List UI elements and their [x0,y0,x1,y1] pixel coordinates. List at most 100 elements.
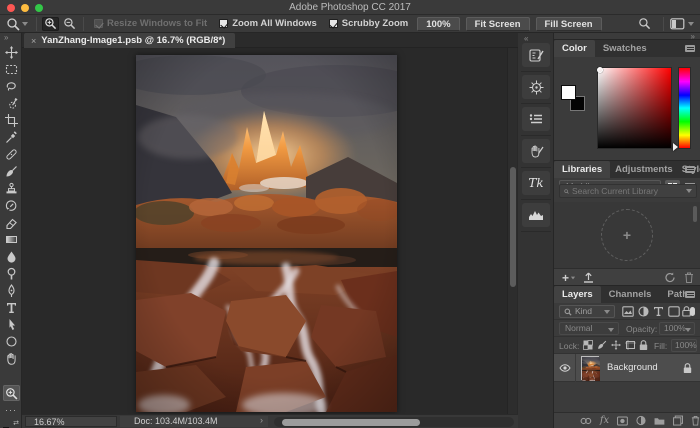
dodge-tool[interactable] [3,265,20,281]
pen-tool[interactable] [3,282,20,298]
filter-shape-layers-icon[interactable] [668,306,680,317]
library-drop-target[interactable]: + [601,209,653,261]
link-layers-icon[interactable] [580,417,592,425]
add-content-button[interactable]: + [562,273,569,283]
crop-tool[interactable] [3,112,20,128]
gradient-tool[interactable] [3,231,20,247]
horizontal-scrollbar[interactable] [274,417,514,427]
delete-layer-icon[interactable] [691,415,700,426]
panel-menu-icon[interactable] [685,45,695,52]
horizontal-scrollbar-thumb[interactable] [282,419,420,426]
upload-library-icon[interactable] [583,272,594,283]
clone-stamp-tool[interactable] [3,180,20,196]
search-icon[interactable] [638,17,651,30]
resize-windows-checkbox[interactable]: Resize Windows to Fit [94,18,207,29]
layer-thumbnail[interactable] [581,356,599,380]
brush-tool[interactable] [3,163,20,179]
zoom-tool[interactable] [3,385,20,401]
status-options-chevron[interactable]: › [260,415,263,425]
ellipse-shape-tool[interactable] [3,333,20,349]
vertical-scrollbar-thumb[interactable] [510,167,516,287]
move-tool[interactable] [3,44,20,60]
hue-slider-marker[interactable] [673,143,678,151]
lock-pixels-icon[interactable] [597,340,607,350]
lasso-tool[interactable] [3,78,20,94]
panel-menu-icon[interactable] [685,291,695,298]
fill-field[interactable]: 100% [671,339,697,352]
add-layer-mask-icon[interactable] [617,416,628,426]
filter-toggle-switch[interactable] [690,307,695,316]
zoom-100-button[interactable]: 100% [417,17,459,31]
library-content-area[interactable]: + [554,202,700,268]
zoom-level-field[interactable]: 16.67% [25,416,117,427]
delete-library-item-icon[interactable] [684,272,694,283]
document-tab[interactable]: × YanZhang-Image1.psb @ 16.7% (RGB/8*) [24,33,235,48]
document-image[interactable] [136,55,397,412]
saturation-brightness-field[interactable] [597,67,672,149]
zoom-in-button[interactable] [42,17,59,31]
quick-selection-tool[interactable] [3,95,20,111]
brush-settings-panel-button[interactable] [522,43,550,67]
opacity-field[interactable]: 100% [659,322,695,335]
tab-swatches[interactable]: Swatches [595,40,655,57]
character-panel-button[interactable] [522,107,550,131]
panels-collapse-chevrons[interactable]: » [691,32,695,41]
filter-adjustment-layers-icon[interactable] [638,306,649,317]
tab-libraries[interactable]: Libraries [554,161,610,178]
tool-preset-dropdown[interactable] [0,17,32,31]
blend-mode-dropdown[interactable]: Normal [559,322,619,335]
layer-name[interactable]: Background [607,354,658,382]
lock-all-icon[interactable] [639,340,648,351]
hand-tool[interactable] [3,350,20,366]
color-foreground-swatch[interactable] [561,85,576,100]
hue-ramp[interactable] [678,67,691,149]
scrubby-zoom-checkbox[interactable]: Scrubby Zoom [329,18,409,29]
canvas-area[interactable] [22,48,518,414]
zoom-out-button[interactable] [61,17,78,31]
new-adjustment-layer-icon[interactable] [636,415,646,426]
layer-row-background[interactable]: Background [554,354,700,382]
lock-artboard-icon[interactable] [625,340,636,350]
tab-close-icon[interactable]: × [31,36,36,46]
layers-empty-area[interactable] [554,382,700,410]
new-layer-icon[interactable] [673,415,683,426]
wheel-panel-button[interactable] [522,75,550,99]
zoom-all-windows-checkbox[interactable]: Zoom All Windows [219,18,317,29]
blur-tool[interactable] [3,248,20,264]
panel-menu-icon[interactable] [685,166,695,173]
tk-panel-button[interactable]: Tk [522,171,550,195]
rectangular-marquee-tool[interactable] [3,61,20,77]
vertical-scrollbar[interactable] [507,48,517,414]
lock-transparency-icon[interactable] [583,340,593,350]
type-tool[interactable] [3,299,20,315]
layer-visibility-eye-icon[interactable] [559,364,571,372]
edit-toolbar-button[interactable]: ··· [0,405,22,415]
eyedropper-tool[interactable] [3,129,20,145]
sync-libraries-icon[interactable] [664,272,676,283]
library-scrollbar-thumb[interactable] [693,206,697,222]
default-colors-control[interactable]: ⇄ [3,421,19,428]
tab-color[interactable]: Color [554,40,595,57]
new-group-icon[interactable] [654,416,665,426]
lock-position-icon[interactable] [611,340,621,350]
spot-healing-brush-tool[interactable] [3,146,20,162]
workspace-switcher-icon[interactable] [670,18,685,30]
toolbar-collapse-chevrons[interactable]: » [4,33,8,42]
path-selection-tool[interactable] [3,316,20,332]
layer-style-fx-icon[interactable]: fx [600,416,609,426]
fit-screen-button[interactable]: Fit Screen [466,17,530,31]
filter-type-layers-icon[interactable] [653,306,664,317]
histogram-panel-button[interactable] [522,203,550,227]
library-search-field[interactable] [559,184,697,198]
search-input[interactable] [572,186,683,196]
dock-expand-chevrons[interactable]: « [524,34,528,43]
fill-screen-button[interactable]: Fill Screen [536,17,602,31]
tab-layers[interactable]: Layers [554,286,601,303]
history-brush-tool[interactable] [3,197,20,213]
color-field-marker[interactable] [597,67,603,73]
layer-filter-dropdown[interactable]: Kind [559,305,615,318]
eraser-tool[interactable] [3,214,20,230]
actions-panel-button[interactable] [522,139,550,163]
tab-channels[interactable]: Channels [601,286,660,303]
filter-pixel-layers-icon[interactable] [622,306,634,317]
